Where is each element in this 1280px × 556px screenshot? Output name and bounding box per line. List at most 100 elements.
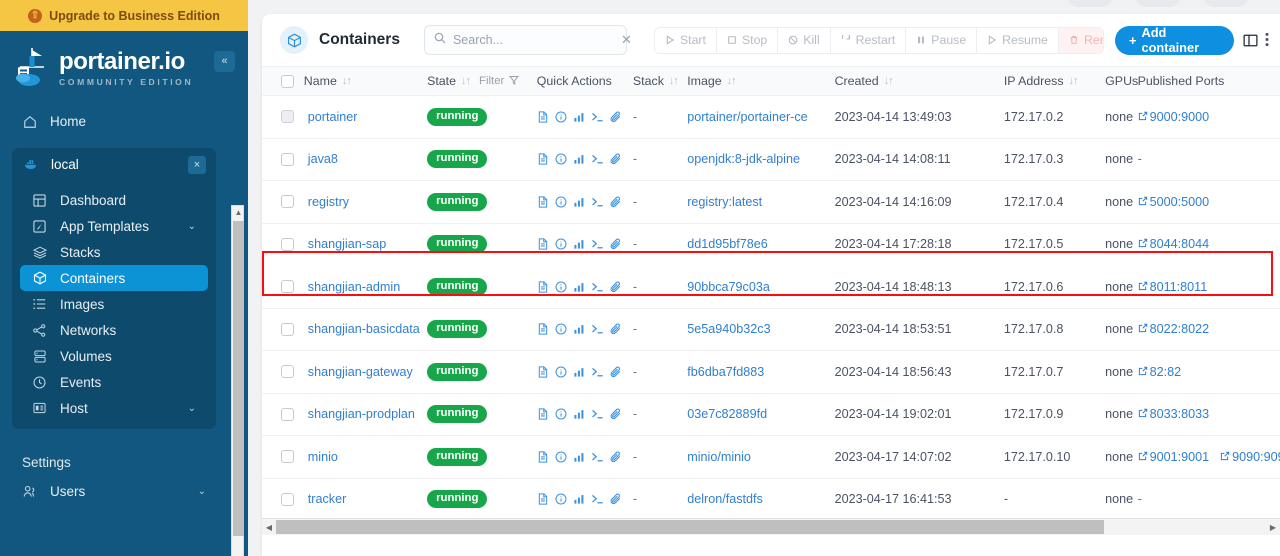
sidebar-item-images[interactable]: Images (20, 291, 208, 317)
row-select-cell[interactable] (262, 138, 304, 181)
container-name-link[interactable]: shangjian-prodplan (308, 407, 415, 421)
attach-paperclip-icon[interactable] (610, 111, 622, 123)
inspect-info-icon[interactable] (555, 153, 567, 165)
select-all-checkbox[interactable] (281, 75, 294, 88)
container-name-link[interactable]: registry (308, 195, 349, 209)
sort-icon[interactable]: ↓↑ (342, 75, 351, 87)
console-terminal-icon[interactable] (591, 111, 604, 123)
funnel-icon[interactable] (509, 74, 519, 88)
logs-document-icon[interactable] (537, 451, 549, 463)
console-terminal-icon[interactable] (591, 366, 604, 378)
header-stack[interactable]: Stack ↓↑ (633, 67, 687, 96)
remove-button[interactable]: Remove (1059, 28, 1104, 53)
inspect-info-icon[interactable] (555, 281, 567, 293)
stats-bar-chart-icon[interactable] (573, 111, 585, 123)
sidebar-item-app-templates[interactable]: App Templates ⌄ (20, 213, 208, 239)
sort-icon[interactable]: ↓↑ (1069, 75, 1078, 87)
table-row[interactable]: shangjian-basicdatarunning-5e5a940b32c32… (262, 308, 1280, 351)
row-checkbox[interactable] (281, 153, 294, 166)
image-link[interactable]: registry:latest (687, 195, 762, 209)
published-port-link[interactable]: 9000:9000 (1138, 110, 1210, 124)
image-link[interactable]: 5e5a940b32c3 (687, 322, 770, 336)
image-link[interactable]: openjdk:8-jdk-alpine (687, 152, 800, 166)
sidebar-item-volumes[interactable]: Volumes (20, 343, 208, 369)
table-row[interactable]: trackerrunning-delron/fastdfs2023-04-17 … (262, 478, 1280, 518)
close-icon[interactable]: × (188, 156, 206, 174)
console-terminal-icon[interactable] (591, 281, 604, 293)
row-select-cell[interactable] (262, 478, 304, 518)
sidebar-collapse-button[interactable]: « (214, 51, 235, 72)
row-checkbox[interactable] (281, 365, 294, 378)
published-port-link[interactable]: 8033:8033 (1138, 407, 1210, 421)
search-box[interactable]: ✕ (424, 25, 627, 55)
scroll-left-arrow-icon[interactable]: ◀ (262, 523, 276, 532)
console-terminal-icon[interactable] (591, 493, 604, 505)
resume-button[interactable]: Resume (977, 28, 1059, 53)
published-port-link[interactable]: 8022:8022 (1138, 322, 1210, 336)
sidebar-item-users[interactable]: Users ⌄ (10, 478, 218, 505)
stop-button[interactable]: Stop (717, 28, 778, 53)
table-row[interactable]: registryrunning-registry:latest2023-04-1… (262, 181, 1280, 224)
stats-bar-chart-icon[interactable] (573, 281, 585, 293)
restart-button[interactable]: Restart (831, 28, 907, 53)
attach-paperclip-icon[interactable] (610, 238, 622, 250)
row-select-cell[interactable] (262, 181, 304, 224)
console-terminal-icon[interactable] (591, 451, 604, 463)
console-terminal-icon[interactable] (591, 408, 604, 420)
header-image[interactable]: Image ↓↑ (687, 67, 834, 96)
image-link[interactable]: 03e7c82889fd (687, 407, 767, 421)
header-name[interactable]: Name ↓↑ (304, 67, 427, 96)
chevron-down-icon[interactable]: ⌄ (188, 403, 196, 414)
attach-paperclip-icon[interactable] (610, 153, 622, 165)
sidebar-item-host[interactable]: Host ⌄ (20, 395, 208, 421)
container-name-link[interactable]: java8 (308, 152, 338, 166)
table-row[interactable]: java8running-openjdk:8-jdk-alpine2023-04… (262, 138, 1280, 181)
stats-bar-chart-icon[interactable] (573, 408, 585, 420)
stats-bar-chart-icon[interactable] (573, 323, 585, 335)
row-checkbox[interactable] (281, 450, 294, 463)
published-port-link[interactable]: 5000:5000 (1138, 195, 1210, 209)
environment-selector-local[interactable]: local × (12, 148, 216, 181)
chevron-down-icon[interactable]: ⌄ (188, 221, 196, 232)
inspect-info-icon[interactable] (555, 238, 567, 250)
published-port-link[interactable]: 9090:9090 (1220, 450, 1280, 464)
sidebar-item-home[interactable]: Home (10, 108, 218, 135)
attach-paperclip-icon[interactable] (610, 196, 622, 208)
sidebar-item-stacks[interactable]: Stacks (20, 239, 208, 265)
row-select-cell[interactable] (262, 266, 304, 309)
attach-paperclip-icon[interactable] (610, 451, 622, 463)
logs-document-icon[interactable] (537, 238, 549, 250)
chevron-down-icon[interactable]: ⌄ (198, 486, 206, 497)
stats-bar-chart-icon[interactable] (573, 238, 585, 250)
header-ip-address[interactable]: IP Address ↓↑ (1004, 67, 1105, 96)
attach-paperclip-icon[interactable] (610, 281, 622, 293)
logs-document-icon[interactable] (537, 111, 549, 123)
sidebar-scrollbar[interactable]: ▲ ▼ (231, 205, 244, 556)
image-link[interactable]: delron/fastdfs (687, 492, 763, 506)
kill-button[interactable]: Kill (778, 28, 830, 53)
row-checkbox[interactable] (281, 195, 294, 208)
horizontal-scrollbar-thumb[interactable] (276, 520, 1104, 534)
sort-icon[interactable]: ↓↑ (669, 75, 678, 87)
console-terminal-icon[interactable] (591, 196, 604, 208)
container-name-link[interactable]: portainer (308, 110, 358, 124)
table-row[interactable]: miniorunning-minio/minio2023-04-17 14:07… (262, 436, 1280, 479)
inspect-info-icon[interactable] (555, 366, 567, 378)
attach-paperclip-icon[interactable] (610, 408, 622, 420)
header-state[interactable]: State ↓↑ Filter (427, 67, 537, 96)
logs-document-icon[interactable] (537, 493, 549, 505)
upgrade-to-business-banner[interactable]: ⇧ Upgrade to Business Edition (0, 0, 248, 31)
sidebar-item-dashboard[interactable]: Dashboard (20, 187, 208, 213)
container-name-link[interactable]: shangjian-sap (308, 237, 386, 251)
container-name-link[interactable]: minio (308, 450, 338, 464)
attach-paperclip-icon[interactable] (610, 493, 622, 505)
row-checkbox[interactable] (281, 323, 294, 336)
row-checkbox[interactable] (281, 408, 294, 421)
close-icon[interactable]: ✕ (621, 32, 632, 48)
inspect-info-icon[interactable] (555, 493, 567, 505)
start-button[interactable]: Start (655, 28, 717, 53)
row-select-cell[interactable] (262, 351, 304, 394)
pause-button[interactable]: Pause (906, 28, 977, 53)
scroll-up-arrow-icon[interactable]: ▲ (232, 206, 245, 220)
table-row[interactable]: portainerrunning-portainer/portainer-ce2… (262, 96, 1280, 139)
